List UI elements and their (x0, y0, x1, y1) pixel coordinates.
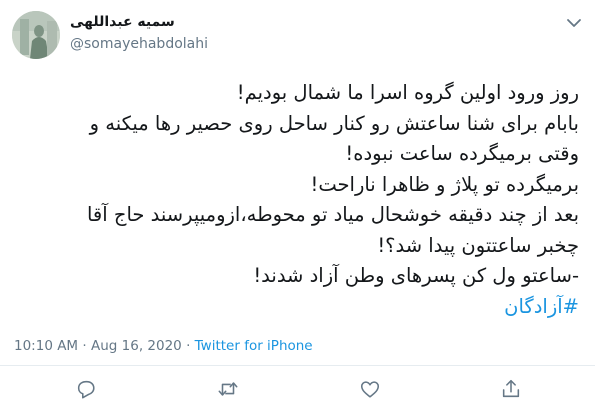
tweet-line: بعد از چند دقیقه خوشحال میاد تو محوطه،از… (86, 203, 579, 226)
tweet-text: روز ورود اولین گروه اسرا ما شمال بودیم! … (16, 78, 579, 322)
tweet-meta: 10:10 AM · Aug 16, 2020 · Twitter for iP… (14, 338, 313, 354)
tweet-line: بابام برای شنا ساعتش رو کنار ساحل روی حص… (89, 111, 579, 135)
reply-icon[interactable] (75, 378, 97, 400)
share-icon[interactable] (500, 378, 522, 400)
tweet-line: چخبر ساعتتون پیدا شد؟! (377, 233, 579, 257)
action-bar (0, 378, 595, 408)
profile-photo-icon (12, 11, 60, 59)
tweet-card: سمیه عبداللهی @somayehabdolahi روز ورود … (0, 0, 595, 418)
tweet-date[interactable]: Aug 16, 2020 (91, 338, 182, 354)
tweet-line: برمیگرده تو پلاژ و ظاهرا ناراحت! (310, 172, 579, 196)
user-handle[interactable]: @somayehabdolahi (70, 34, 208, 54)
divider (0, 365, 595, 366)
chevron-down-icon[interactable] (566, 14, 582, 27)
tweet-time[interactable]: 10:10 AM (14, 338, 78, 354)
source-link[interactable]: Twitter for iPhone (195, 338, 313, 354)
tweet-line: روز ورود اولین گروه اسرا ما شمال بودیم! (236, 81, 579, 104)
meta-separator: · (186, 338, 191, 354)
tweet-line: -ساعتو ول کن پسرهای وطن آزاد شدند! (253, 264, 579, 287)
avatar[interactable] (12, 11, 60, 59)
display-name[interactable]: سمیه عبداللهی (70, 13, 208, 31)
tweet-line: وقتی برمیگرده ساعت نبوده! (345, 142, 579, 165)
retweet-icon[interactable] (217, 378, 239, 400)
meta-separator: · (82, 338, 87, 354)
hashtag-link[interactable]: #آزادگان (16, 292, 579, 323)
author-block: سمیه عبداللهی @somayehabdolahi (70, 13, 208, 54)
like-icon[interactable] (359, 378, 381, 400)
